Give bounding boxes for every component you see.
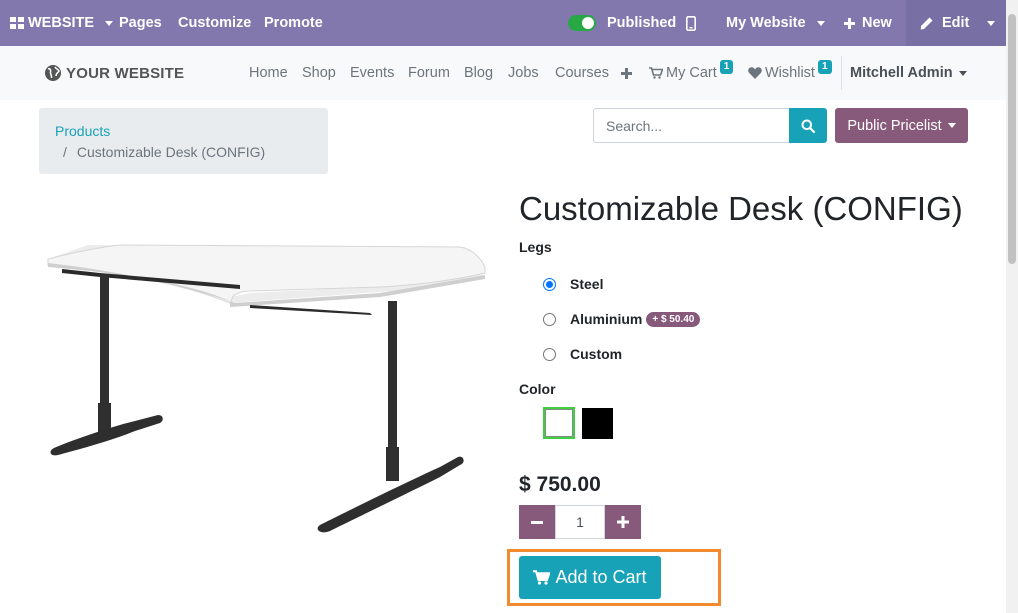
legs-label: Legs xyxy=(519,239,552,255)
nav-link-blog[interactable]: Blog xyxy=(464,46,493,100)
legs-option-aluminium[interactable]: Aluminium + $ 50.40 xyxy=(543,311,701,327)
my-website-menu[interactable]: My Website xyxy=(726,0,825,46)
nav-link-courses[interactable]: Courses xyxy=(555,46,609,100)
edit-button[interactable]: Edit xyxy=(920,0,969,46)
heart-icon xyxy=(748,67,762,79)
search-input[interactable] xyxy=(593,108,789,143)
page-scrollbar[interactable] xyxy=(1006,0,1018,613)
color-swatch-white[interactable] xyxy=(543,407,575,439)
radio-unchecked-icon[interactable] xyxy=(543,347,556,361)
mobile-phone-icon xyxy=(686,15,696,31)
color-label: Color xyxy=(519,381,556,397)
site-logo-text: YOUR WEBSITE xyxy=(66,64,185,82)
chevron-down-icon xyxy=(816,20,825,26)
wishlist-count-badge: 1 xyxy=(817,60,832,74)
new-button[interactable]: New xyxy=(844,0,892,46)
price-extra-badge: + $ 50.40 xyxy=(646,311,701,327)
scrollbar-thumb[interactable] xyxy=(1008,14,1016,264)
search-button[interactable] xyxy=(789,108,827,143)
breadcrumb-separator: / xyxy=(63,144,67,160)
apps-grid-icon xyxy=(10,17,24,29)
chevron-down-icon xyxy=(987,20,995,26)
radio-unchecked-icon[interactable] xyxy=(543,312,556,326)
plus-icon xyxy=(621,67,632,79)
nav-link-home[interactable]: Home xyxy=(249,46,288,100)
product-image xyxy=(40,235,490,535)
legs-option-label: Custom xyxy=(570,346,623,362)
mobile-preview-button[interactable] xyxy=(686,0,696,46)
desk-illustration xyxy=(47,244,486,533)
chevron-down-icon xyxy=(958,70,967,76)
website-menu-label: WEBSITE xyxy=(28,15,95,31)
new-label: New xyxy=(862,15,892,31)
toggle-switch-icon xyxy=(568,15,596,31)
nav-link-my-cart[interactable]: My Cart 1 xyxy=(649,46,734,100)
wishlist-label: Wishlist xyxy=(765,65,815,81)
legs-option-label: Steel xyxy=(570,276,604,292)
quantity-decrease-button[interactable] xyxy=(519,505,555,539)
breadcrumb-current: Customizable Desk (CONFIG) xyxy=(76,144,266,160)
quantity-input[interactable] xyxy=(555,505,605,539)
pencil-icon xyxy=(920,17,933,29)
my-website-label: My Website xyxy=(726,15,806,31)
chevron-down-icon xyxy=(105,20,114,26)
breadcrumb-products-link[interactable]: Products xyxy=(55,123,110,139)
minus-icon xyxy=(531,520,543,524)
cart-count-badge: 1 xyxy=(719,60,734,74)
pages-menu[interactable]: Pages xyxy=(119,0,162,46)
user-name: Mitchell Admin xyxy=(850,65,953,81)
pages-label: Pages xyxy=(119,15,162,31)
published-toggle[interactable]: Published xyxy=(568,0,676,46)
globe-icon xyxy=(45,65,61,81)
my-cart-label: My Cart xyxy=(666,65,717,81)
nav-link-jobs[interactable]: Jobs xyxy=(508,46,539,100)
search-icon xyxy=(801,119,815,133)
chevron-down-icon xyxy=(947,123,956,128)
admin-bar: WEBSITE Pages Customize Promote Publishe… xyxy=(0,0,1006,46)
nav-link-forum[interactable]: Forum xyxy=(408,46,450,100)
shopping-cart-icon xyxy=(533,570,551,585)
color-swatch-black[interactable] xyxy=(582,408,613,439)
nav-link-shop[interactable]: Shop xyxy=(302,46,336,100)
site-logo[interactable]: YOUR WEBSITE xyxy=(44,46,184,100)
add-to-cart-label: Add to Cart xyxy=(555,567,647,587)
legs-option-steel[interactable]: Steel xyxy=(543,276,603,292)
edit-label: Edit xyxy=(942,15,970,31)
navbar-divider xyxy=(841,56,842,90)
customize-label: Customize xyxy=(178,15,252,31)
product-title: Customizable Desk (CONFIG) xyxy=(519,190,963,227)
edit-dropdown-toggle[interactable] xyxy=(987,0,995,46)
add-to-cart-button[interactable]: Add to Cart xyxy=(519,556,661,599)
customize-menu[interactable]: Customize xyxy=(178,0,251,46)
published-label: Published xyxy=(607,15,677,31)
add-menu-item-button[interactable] xyxy=(621,46,632,100)
quantity-increase-button[interactable] xyxy=(605,505,641,539)
plus-icon xyxy=(844,17,855,29)
website-menu[interactable]: WEBSITE xyxy=(10,0,114,46)
legs-option-custom[interactable]: Custom xyxy=(543,346,622,362)
shopping-cart-icon xyxy=(649,67,663,79)
user-menu[interactable]: Mitchell Admin xyxy=(850,46,967,100)
promote-menu[interactable]: Promote xyxy=(264,0,323,46)
nav-link-events[interactable]: Events xyxy=(350,46,394,100)
pricelist-dropdown[interactable]: Public Pricelist xyxy=(835,108,968,143)
product-price: $ 750.00 xyxy=(519,473,601,496)
legs-option-label: Aluminium xyxy=(570,311,643,327)
plus-icon xyxy=(617,516,629,528)
radio-checked-icon[interactable] xyxy=(543,277,556,291)
promote-label: Promote xyxy=(264,15,323,31)
nav-link-wishlist[interactable]: Wishlist 1 xyxy=(748,46,832,100)
breadcrumb: Products / Customizable Desk (CONFIG) xyxy=(39,108,328,174)
pricelist-label: Public Pricelist xyxy=(847,117,942,134)
